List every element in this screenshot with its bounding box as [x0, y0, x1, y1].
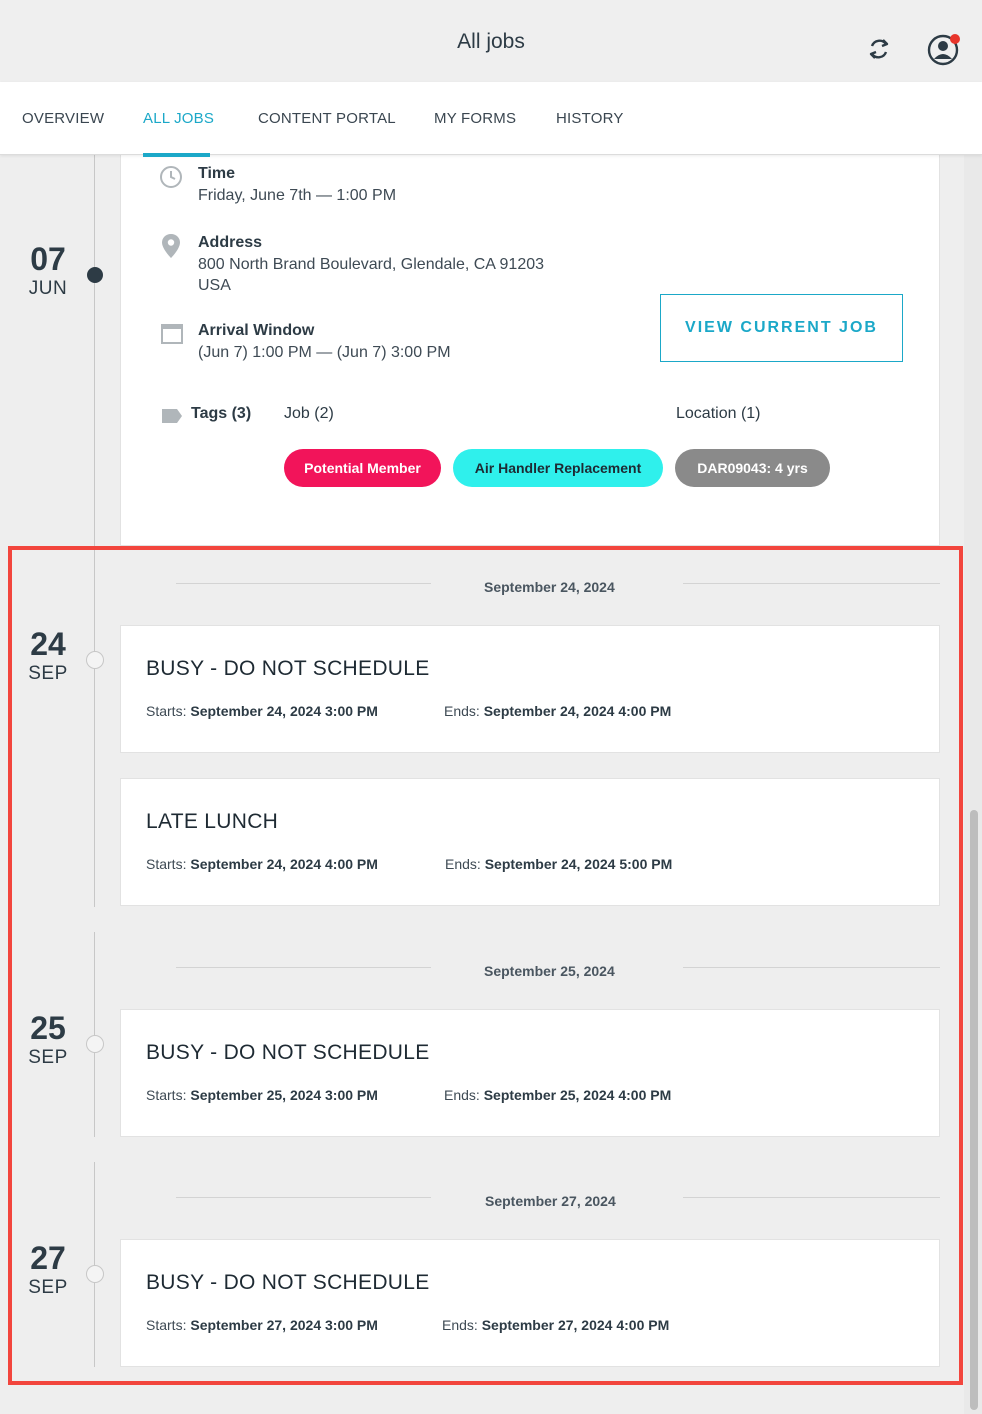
event-start: Starts: September 25, 2024 3:00 PM	[146, 1087, 378, 1103]
tab-content-portal[interactable]: CONTENT PORTAL	[258, 110, 396, 127]
timeline-day: 24	[30, 626, 66, 662]
event-card[interactable]: BUSY - DO NOT SCHEDULE Starts: September…	[120, 1239, 940, 1367]
date-separator: September 27, 2024	[485, 1193, 616, 1209]
event-title: BUSY - DO NOT SCHEDULE	[146, 1041, 430, 1064]
nav-tabs: OVERVIEW ALL JOBS CONTENT PORTAL MY FORM…	[0, 82, 982, 157]
event-title: BUSY - DO NOT SCHEDULE	[146, 657, 430, 680]
timeline-day: 07	[30, 241, 66, 277]
event-end: Ends: September 24, 2024 4:00 PM	[444, 703, 672, 719]
event-card[interactable]: BUSY - DO NOT SCHEDULE Starts: September…	[120, 1009, 940, 1137]
date-separator-line	[176, 583, 431, 584]
date-separator-line	[683, 967, 940, 968]
calendar-icon	[161, 324, 183, 344]
timeline-dot	[86, 1035, 104, 1053]
timeline-dot	[86, 651, 104, 669]
date-separator-line	[176, 967, 431, 968]
tag-location-dar09043: DAR09043: 4 yrs	[675, 449, 830, 487]
event-title: BUSY - DO NOT SCHEDULE	[146, 1271, 430, 1294]
scrollbar-thumb[interactable]	[970, 810, 978, 1410]
tab-all-jobs[interactable]: ALL JOBS	[143, 110, 214, 127]
timeline-month: SEP	[28, 1047, 68, 1068]
time-label: Time	[198, 165, 236, 182]
tab-overview[interactable]: OVERVIEW	[22, 110, 104, 127]
tag-potential-member: Potential Member	[284, 449, 441, 487]
sync-icon[interactable]	[864, 34, 894, 64]
active-tab-indicator	[143, 153, 210, 157]
timeline-month: SEP	[28, 663, 68, 684]
event-end: Ends: September 24, 2024 5:00 PM	[445, 856, 673, 872]
timeline-day: 27	[30, 1240, 66, 1276]
date-separator-line	[683, 1197, 940, 1198]
clock-icon	[160, 166, 182, 188]
address-label: Address	[198, 234, 263, 251]
map-pin-icon	[162, 234, 180, 258]
event-end: Ends: September 27, 2024 4:00 PM	[442, 1317, 670, 1333]
address-line2: USA	[198, 277, 231, 294]
job-tags-label: Job (2)	[284, 405, 334, 422]
event-title: LATE LUNCH	[146, 810, 279, 833]
location-tags-label: Location (1)	[676, 405, 761, 422]
notification-badge	[950, 34, 960, 44]
timeline-month: JUN	[28, 278, 68, 299]
date-separator-line	[683, 583, 940, 584]
arrival-window-value: (Jun 7) 1:00 PM — (Jun 7) 3:00 PM	[198, 344, 451, 361]
page-title: All jobs	[457, 30, 525, 53]
address-line1: 800 North Brand Boulevard, Glendale, CA …	[198, 256, 545, 273]
event-card[interactable]: LATE LUNCH Starts: September 24, 2024 4:…	[120, 778, 940, 906]
tag-air-handler-replacement: Air Handler Replacement	[453, 449, 663, 487]
tab-history[interactable]: HISTORY	[556, 110, 624, 127]
date-separator-line	[176, 1197, 431, 1198]
event-start: Starts: September 27, 2024 3:00 PM	[146, 1317, 378, 1333]
tag-icon	[162, 409, 182, 423]
arrival-window-label: Arrival Window	[198, 322, 315, 339]
event-card[interactable]: BUSY - DO NOT SCHEDULE Starts: September…	[120, 625, 940, 753]
timeline-month: SEP	[28, 1277, 68, 1298]
app-header: All jobs	[0, 0, 982, 82]
time-value: Friday, June 7th — 1:00 PM	[198, 187, 397, 204]
event-start: Starts: September 24, 2024 4:00 PM	[146, 856, 378, 872]
date-separator: September 24, 2024	[484, 579, 615, 595]
view-current-job-button[interactable]: VIEW CURRENT JOB	[660, 294, 903, 362]
timeline-day: 25	[30, 1010, 66, 1046]
tags-label: Tags (3)	[191, 405, 252, 422]
event-start: Starts: September 24, 2024 3:00 PM	[146, 703, 378, 719]
event-end: Ends: September 25, 2024 4:00 PM	[444, 1087, 672, 1103]
tab-my-forms[interactable]: MY FORMS	[434, 110, 516, 127]
timeline-dot	[86, 1265, 104, 1283]
date-separator: September 25, 2024	[484, 963, 615, 979]
timeline-dot-current	[87, 267, 103, 283]
